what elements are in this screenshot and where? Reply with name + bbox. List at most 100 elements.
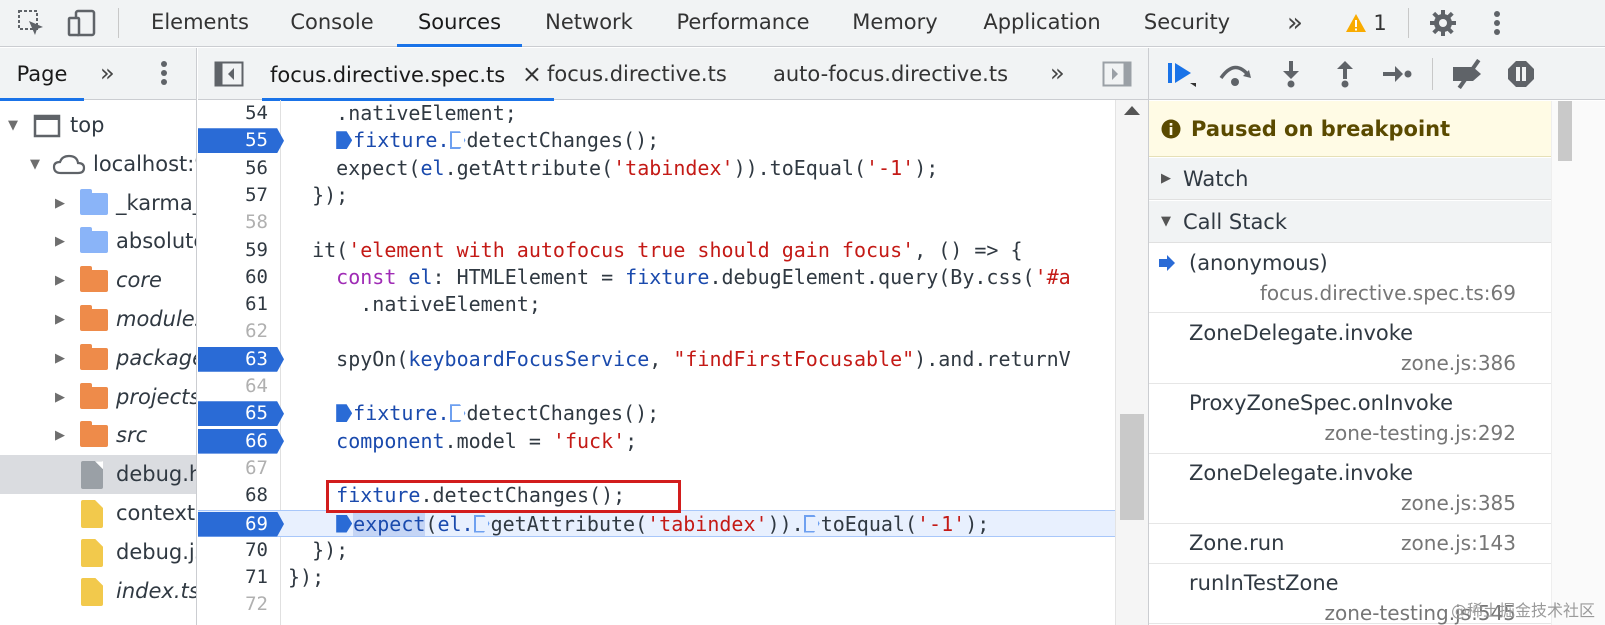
tree-folder[interactable]: ▶ projects, — [0, 378, 196, 417]
tree-file[interactable]: context. — [0, 494, 196, 533]
call-frame-location[interactable]: zone.js:386 — [1401, 351, 1516, 375]
debugger-scrollbar[interactable] — [1551, 101, 1605, 625]
toggle-debugger-icon[interactable] — [1102, 61, 1132, 91]
expand-triangle-icon[interactable]: ▼ — [30, 145, 40, 184]
tree-folder[interactable]: ▶ core — [0, 261, 196, 300]
tab-memory[interactable]: Memory — [837, 0, 953, 46]
scroll-up-arrow-icon[interactable] — [1124, 106, 1140, 115]
watch-section-header[interactable]: ▶ Watch — [1149, 158, 1551, 200]
step-over-button[interactable] — [1217, 58, 1253, 90]
code-line[interactable]: 65 fixture. detectChanges(); — [198, 400, 1115, 427]
code-line[interactable]: 62 — [198, 318, 1115, 345]
tab-application[interactable]: Application — [968, 0, 1116, 46]
chevron-double-right-icon[interactable]: » — [100, 48, 115, 98]
code-line[interactable]: 60 const el: HTMLElement = fixture.debug… — [198, 264, 1115, 291]
editor-tab-focus-directive[interactable]: focus.directive.ts — [547, 48, 727, 100]
line-number[interactable]: 63 — [198, 346, 280, 373]
code-line[interactable]: 67 — [198, 455, 1115, 482]
gear-icon[interactable] — [1424, 0, 1462, 46]
code-line[interactable]: 59 it('element with autofocus true shoul… — [198, 237, 1115, 264]
tab-console[interactable]: Console — [275, 0, 389, 46]
line-number[interactable]: 68 — [198, 482, 280, 509]
collapsed-triangle-icon[interactable]: ▶ — [55, 261, 65, 300]
code-line[interactable]: 63 spyOn(keyboardFocusService, "findFirs… — [198, 346, 1115, 373]
code-line[interactable]: 61 .nativeElement; — [198, 291, 1115, 318]
more-options-icon[interactable] — [160, 60, 168, 90]
deactivate-breakpoints-button[interactable] — [1447, 58, 1491, 90]
scrollbar-thumb[interactable] — [1120, 414, 1144, 520]
collapsed-triangle-icon[interactable]: ▶ — [55, 339, 65, 378]
step-into-button[interactable] — [1273, 58, 1309, 90]
tab-network[interactable]: Network — [530, 0, 648, 46]
code-line[interactable]: 57 }); — [198, 182, 1115, 209]
step-button[interactable] — [1379, 58, 1415, 90]
tab-page[interactable]: Page — [0, 48, 84, 101]
warnings-counter[interactable]: 1 — [1342, 0, 1390, 46]
code-area[interactable]: 54 .nativeElement; 55 fixture. detectChang… — [198, 100, 1115, 625]
tree-folder[interactable]: ▶ modules — [0, 300, 196, 339]
editor-scrollbar[interactable] — [1115, 100, 1148, 625]
inspect-element-icon[interactable] — [12, 0, 50, 46]
code-line[interactable]: 58 — [198, 209, 1115, 236]
inline-breakpoint-icon[interactable] — [473, 514, 490, 533]
collapsed-triangle-icon[interactable]: ▶ — [55, 222, 65, 261]
collapsed-triangle-icon[interactable]: ▶ — [55, 300, 65, 339]
collapsed-triangle-icon[interactable]: ▶ — [55, 416, 65, 455]
code-line[interactable]: 56 expect(el.getAttribute('tabindex')).t… — [198, 155, 1115, 182]
inline-breakpoint-icon[interactable] — [336, 131, 353, 150]
tree-folder[interactable]: ▶ _karma_ — [0, 184, 196, 223]
line-number[interactable]: 70 — [198, 537, 280, 564]
expand-triangle-icon[interactable]: ▼ — [8, 106, 18, 145]
code-line[interactable]: 71}); — [198, 564, 1115, 591]
line-number[interactable]: 61 — [198, 291, 280, 318]
line-number[interactable]: 60 — [198, 264, 280, 291]
tree-item-localhost[interactable]: ▼ localhost:9 — [0, 145, 196, 184]
tree-item-top[interactable]: ▼ top — [0, 106, 196, 145]
tree-folder[interactable]: ▶ absolute — [0, 222, 196, 261]
line-number[interactable]: 72 — [198, 591, 280, 618]
call-frame[interactable]: ProxyZoneSpec.onInvoke zone-testing.js:29… — [1149, 384, 1551, 454]
code-line[interactable]: 55 fixture. detectChanges(); — [198, 127, 1115, 154]
code-line[interactable]: 54 .nativeElement; — [198, 100, 1115, 127]
collapsed-triangle-icon[interactable]: ▶ — [55, 378, 65, 417]
line-number[interactable]: 71 — [198, 564, 280, 591]
line-number[interactable]: 66 — [198, 428, 280, 455]
tree-folder[interactable]: ▶ src — [0, 416, 196, 455]
call-frame-location[interactable]: zone-testing.js:292 — [1324, 421, 1516, 445]
call-frame-location[interactable]: zone.js:143 — [1401, 531, 1516, 555]
call-frame[interactable]: ZoneDelegate.invoke zone.js:385 — [1149, 454, 1551, 524]
code-line[interactable]: 64 — [198, 373, 1115, 400]
inline-breakpoint-icon[interactable] — [803, 514, 820, 533]
line-number[interactable]: 57 — [198, 182, 280, 209]
call-frame-location[interactable]: zone.js:385 — [1401, 491, 1516, 515]
call-stack-section-header[interactable]: ▼ Call Stack — [1149, 201, 1551, 243]
line-number[interactable]: 55 — [198, 127, 280, 154]
tab-performance[interactable]: Performance — [662, 0, 824, 46]
step-out-button[interactable] — [1327, 58, 1363, 90]
call-frame[interactable]: Zone.run zone.js:143 — [1149, 524, 1551, 564]
inline-breakpoint-icon[interactable] — [336, 404, 353, 423]
line-number[interactable]: 58 — [198, 209, 280, 236]
chevron-double-right-icon[interactable]: » — [1278, 0, 1312, 46]
device-toolbar-icon[interactable] — [62, 0, 102, 46]
tree-file[interactable]: debug.js — [0, 533, 196, 572]
code-line[interactable]: 69 expect(el. getAttribute('tabindex')). t… — [198, 509, 1115, 538]
line-number[interactable]: 65 — [198, 400, 280, 427]
code-line[interactable]: 66 component.model = 'fuck'; — [198, 428, 1115, 455]
line-number[interactable]: 64 — [198, 373, 280, 400]
line-number[interactable]: 56 — [198, 155, 280, 182]
inline-breakpoint-icon[interactable] — [336, 514, 353, 533]
code-line[interactable]: 72 — [198, 591, 1115, 618]
scrollbar-thumb[interactable] — [1558, 101, 1572, 161]
line-number[interactable]: 67 — [198, 455, 280, 482]
call-frame[interactable]: ZoneDelegate.invoke zone.js:386 — [1149, 314, 1551, 384]
tab-security[interactable]: Security — [1130, 0, 1244, 46]
collapsed-triangle-icon[interactable]: ▶ — [55, 184, 65, 223]
inline-breakpoint-icon[interactable] — [449, 404, 466, 423]
close-icon[interactable]: × — [522, 60, 542, 88]
line-number[interactable]: 69 — [198, 511, 280, 538]
tree-file[interactable]: index.ts — [0, 572, 196, 611]
pause-on-exceptions-button[interactable] — [1503, 58, 1539, 90]
line-number[interactable]: 54 — [198, 100, 280, 127]
call-frame-location[interactable]: focus.directive.spec.ts:69 — [1260, 281, 1516, 305]
